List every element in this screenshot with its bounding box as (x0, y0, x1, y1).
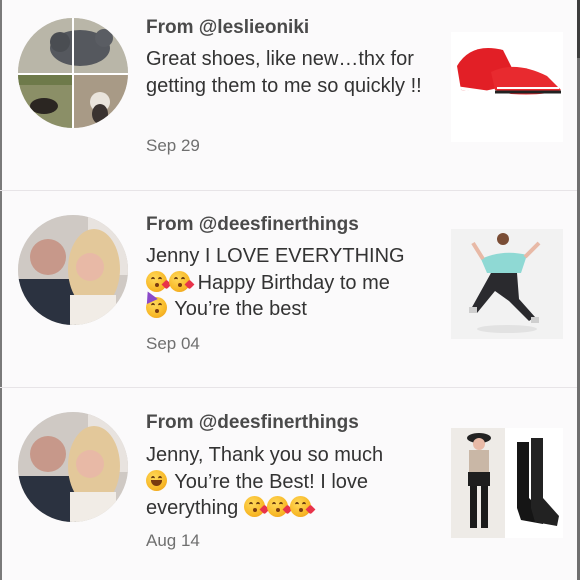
review-text-line: Jenny, Thank you so much (146, 444, 384, 466)
reviewer-username[interactable]: From @leslieoniki (146, 17, 309, 39)
reviewer-avatar[interactable] (18, 18, 128, 128)
review-text-line: Happy Birthday to me (197, 271, 390, 294)
kissing-heart-emoji-icon (146, 270, 172, 292)
listing-thumbnail[interactable] (451, 428, 563, 538)
review-text: Jenny, Thank you so much You’re the Best… (146, 442, 436, 522)
review-text-line: Jenny I LOVE EVERYTHING (146, 245, 405, 267)
review-date: Sep 04 (146, 334, 200, 353)
review-text: Great shoes, like new…thx for getting th… (146, 48, 422, 97)
reviewer-username[interactable]: From @deesfinerthings (146, 214, 359, 236)
review-text-line: everything (146, 497, 239, 519)
party-face-emoji-icon (142, 288, 167, 318)
listing-thumbnail[interactable] (451, 229, 563, 339)
review-item[interactable]: From @deesfinerthings Jenny, Thank you s… (0, 390, 577, 580)
kissing-heart-emoji-icon (243, 496, 270, 517)
kissing-heart-emoji-icon (289, 496, 316, 517)
kissing-heart-emoji-icon (266, 496, 293, 517)
couple-selfie-photo (18, 412, 128, 522)
review-text-line: You’re the Best! I love (174, 470, 369, 493)
review-date: Aug 14 (146, 531, 200, 550)
review-item[interactable]: From @leslieoniki Great shoes, like new…… (0, 0, 577, 191)
dogs-collage-photo (18, 18, 128, 128)
listing-thumbnail[interactable] (451, 32, 563, 142)
reviewer-username[interactable]: From @deesfinerthings (146, 412, 359, 434)
reviewer-avatar[interactable] (18, 412, 128, 522)
red-sneakers-photo (451, 32, 563, 142)
review-item[interactable]: From @deesfinerthings Jenny I LOVE EVERY… (0, 197, 577, 388)
kissing-heart-emoji-icon (169, 270, 195, 292)
review-date: Sep 29 (146, 136, 200, 155)
reviewer-avatar[interactable] (18, 215, 128, 325)
black-boots-outfit-photo (451, 428, 563, 538)
review-text: Jenny I LOVE EVERYTHING Happy Birthday t… (142, 243, 436, 323)
review-text-line: You’re the best (174, 298, 307, 320)
couple-selfie-photo (18, 215, 128, 325)
woman-jumping-leggings-photo (451, 229, 563, 339)
smiling-face-emoji-icon (146, 469, 167, 491)
